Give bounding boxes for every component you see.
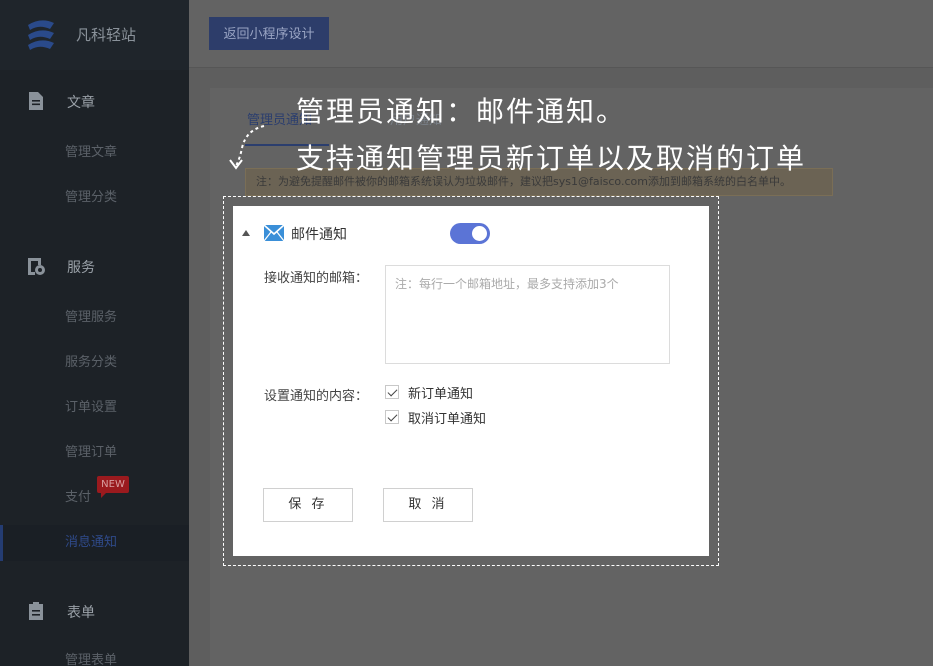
brand-name: 凡科轻站 [76,26,137,44]
content-field-label: 设置通知的内容： [264,389,369,404]
sidebar-item-service-categories[interactable]: 服务分类 [0,345,189,381]
brand-logo-icon [28,20,54,50]
new-order-checkbox[interactable] [385,385,399,399]
document-icon [29,92,43,110]
clipboard-icon [29,602,43,620]
email-field-label: 接收通知的邮箱： [264,271,369,286]
sidebar-section-articles[interactable]: 文章 [0,86,189,116]
service-icon [28,258,45,275]
sidebar: 凡科轻站 文章 管理文章 管理分类 服务 管理服务 服务分类 订单设置 管理订单… [0,0,189,666]
toggle-knob [472,226,487,241]
sidebar-section-forms[interactable]: 表单 [0,596,189,626]
sidebar-item-manage-orders[interactable]: 管理订单 [0,435,189,471]
new-badge: NEW [97,476,129,498]
annotation-line-2: 支持通知管理员新订单以及取消的订单 [296,142,807,175]
panel-title: 邮件通知 [291,227,347,243]
sidebar-item-message-notification[interactable]: 消息通知 [0,525,189,561]
brand-header: 凡科轻站 [0,0,189,70]
top-bar: 返回小程序设计 [189,0,933,68]
sidebar-item-manage-categories[interactable]: 管理分类 [0,180,189,216]
sidebar-item-manage-articles[interactable]: 管理文章 [0,135,189,171]
sidebar-section-title: 表单 [67,605,95,621]
email-notification-toggle[interactable] [450,223,490,244]
cancel-button[interactable]: 取 消 [383,488,473,522]
sidebar-item-order-settings[interactable]: 订单设置 [0,390,189,426]
sidebar-item-manage-forms[interactable]: 管理表单 [0,643,189,666]
email-notification-panel: 邮件通知 接收通知的邮箱： 设置通知的内容： 新订单通知 取消订单通知 保 存 … [233,206,709,556]
new-order-label: 新订单通知 [408,387,474,402]
sidebar-item-manage-services[interactable]: 管理服务 [0,300,189,336]
collapse-caret-icon[interactable] [242,230,250,236]
email-input[interactable] [385,265,670,364]
annotation-arrow-icon [229,125,265,170]
annotation-line-1: 管理员通知：邮件通知。 [296,95,627,128]
sidebar-section-title: 文章 [67,95,95,111]
sidebar-section-title: 服务 [67,260,95,276]
cancel-order-checkbox[interactable] [385,410,399,424]
back-to-design-button[interactable]: 返回小程序设计 [209,17,329,50]
sidebar-item-payment[interactable]: 支付 [0,480,189,516]
mail-icon [264,225,284,241]
sidebar-section-services[interactable]: 服务 [0,251,189,281]
save-button[interactable]: 保 存 [263,488,353,522]
cancel-order-label: 取消订单通知 [408,412,487,427]
